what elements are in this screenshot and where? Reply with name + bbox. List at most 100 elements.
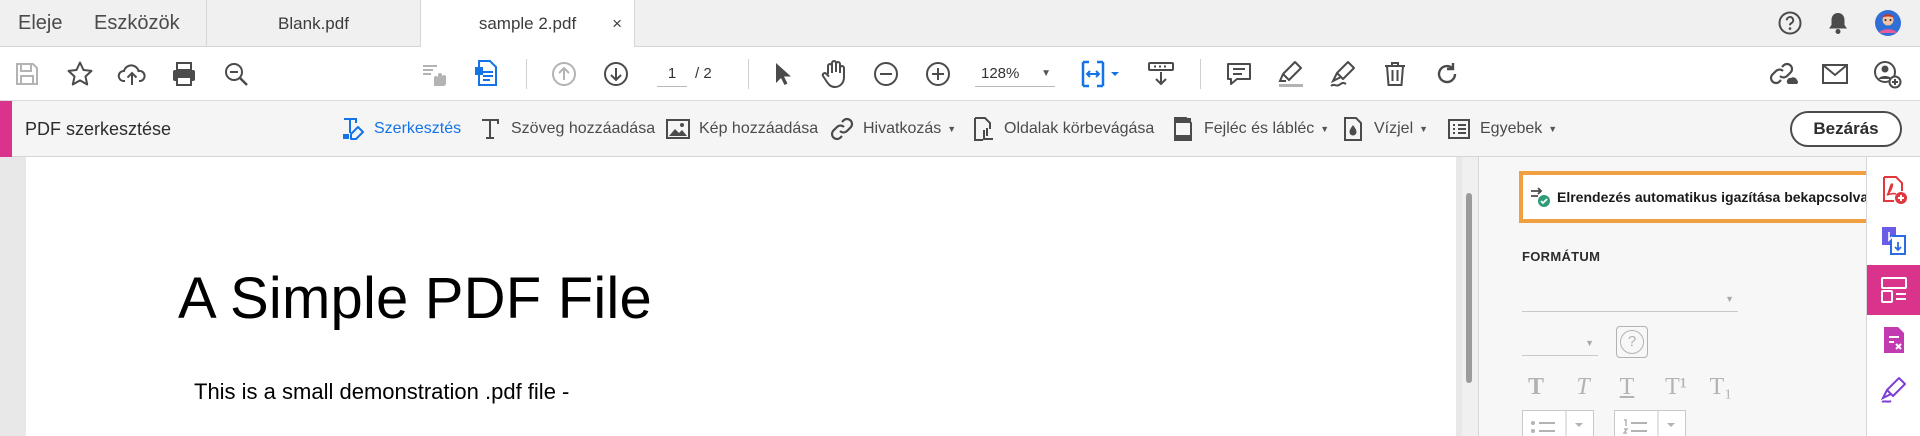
chevron-down-icon: ▼	[1320, 124, 1330, 134]
tab-blank-pdf[interactable]: Blank.pdf	[206, 0, 421, 47]
highlight-icon[interactable]	[1274, 57, 1308, 91]
help-icon: ?	[1620, 330, 1644, 354]
chevron-down-icon: ▼	[1548, 124, 1558, 134]
subscript-text-icon[interactable]: T₁	[1703, 372, 1739, 402]
tool-add-text-label: Szöveg hozzáadása	[511, 120, 656, 137]
save-icon[interactable]	[10, 57, 44, 91]
zoom-level-value: 128%	[981, 65, 1020, 82]
format-help-button[interactable]: ?	[1616, 326, 1648, 358]
bookmark-star-icon[interactable]	[63, 57, 97, 91]
italic-text-icon[interactable]: T	[1568, 372, 1598, 402]
tool-link-label: Hivatkozás	[863, 120, 942, 137]
auto-layout-toggle[interactable]: Elrendezés automatikus igazítása bekapcs…	[1519, 171, 1870, 223]
tools-rail	[1866, 157, 1920, 436]
rotate-icon[interactable]	[1430, 57, 1464, 91]
tool-watermark[interactable]: Vízjel ▼	[1340, 101, 1428, 157]
menu-home[interactable]: Eleje	[18, 0, 62, 47]
auto-layout-label: Elrendezés automatikus igazítása bekapcs…	[1557, 189, 1869, 205]
comment-icon[interactable]	[1222, 57, 1256, 91]
share-link-icon[interactable]	[1766, 57, 1800, 91]
numbered-list-icon	[1622, 411, 1675, 436]
email-icon[interactable]	[1818, 57, 1852, 91]
upload-cloud-icon[interactable]	[115, 57, 149, 91]
tool-header-footer[interactable]: Fejléc és lábléc ▼	[1170, 101, 1329, 157]
chevron-down-icon: ▼	[1585, 338, 1594, 348]
document-page[interactable]: A Simple PDF File This is a small demons…	[26, 157, 1456, 436]
format-heading: FORMÁTUM	[1522, 249, 1601, 264]
toolbar-divider	[526, 59, 527, 89]
page-number-input[interactable]	[657, 61, 687, 87]
fit-page-icon[interactable]	[1078, 57, 1124, 91]
zoom-in-icon[interactable]	[921, 57, 955, 91]
tab-close-icon[interactable]: ×	[612, 0, 622, 47]
touch-mode-icon[interactable]	[418, 57, 452, 91]
auto-layout-icon	[1529, 185, 1551, 209]
tool-link[interactable]: Hivatkozás ▼	[829, 101, 956, 157]
watermark-icon	[1340, 116, 1366, 142]
help-icon[interactable]	[1776, 9, 1804, 37]
avatar[interactable]	[1874, 9, 1902, 37]
editbar-accent-strip	[0, 101, 12, 157]
sign-icon[interactable]	[1326, 57, 1360, 91]
organize-pages-icon[interactable]	[1867, 215, 1920, 265]
link-icon	[829, 116, 855, 142]
print-icon[interactable]	[167, 57, 201, 91]
tab-label: Blank.pdf	[278, 14, 349, 33]
main-toolbar: / 2 128% ▼	[0, 47, 1920, 101]
edit-text-image-icon	[340, 116, 366, 142]
tool-add-image[interactable]: Kép hozzáadása	[665, 101, 818, 157]
tab-bar: Eleje Eszközök Blank.pdf sample 2.pdf ×	[0, 0, 1920, 48]
tab-sample-2-pdf[interactable]: sample 2.pdf ×	[421, 0, 635, 48]
hand-tool-icon[interactable]	[817, 57, 851, 91]
editbar-title: PDF szerkesztése	[25, 119, 172, 139]
tool-header-footer-label: Fejléc és lábléc	[1204, 120, 1315, 137]
add-user-icon[interactable]	[1870, 57, 1904, 91]
zoom-level-select[interactable]: 128% ▼	[975, 61, 1055, 87]
document-viewport[interactable]: A Simple PDF File This is a small demons…	[0, 157, 1478, 436]
tool-add-text[interactable]: Szöveg hozzáadása	[477, 101, 655, 157]
font-family-select[interactable]: ▼	[1522, 286, 1738, 312]
export-pdf-icon[interactable]	[1867, 165, 1920, 215]
search-zoom-icon[interactable]	[219, 57, 253, 91]
scroll-mode-icon[interactable]	[1144, 57, 1178, 91]
zoom-out-icon[interactable]	[869, 57, 903, 91]
underline-text-icon[interactable]: T	[1612, 372, 1642, 402]
toolbar-divider	[748, 59, 749, 89]
pdf-edit-icon[interactable]	[470, 57, 504, 91]
toolbar-divider	[1200, 59, 1201, 89]
superscript-text-icon[interactable]: T¹	[1658, 372, 1694, 402]
bullet-list-icon	[1531, 411, 1583, 436]
next-page-icon[interactable]	[599, 57, 633, 91]
tool-edit[interactable]: Szerkesztés	[340, 101, 461, 157]
tool-watermark-label: Vízjel	[1374, 120, 1414, 137]
add-image-icon	[665, 116, 691, 142]
edit-pdf-toolbar: PDF szerkesztése Szerkesztés Szöveg hozz…	[0, 101, 1920, 157]
document-scrollbar[interactable]	[1462, 157, 1478, 436]
delete-trash-icon[interactable]	[1378, 57, 1412, 91]
chevron-down-icon: ▼	[947, 124, 957, 134]
tool-edit-label: Szerkesztés	[374, 120, 462, 137]
tool-crop-pages-label: Oldalak körbevágása	[1004, 120, 1155, 137]
font-size-select[interactable]: ▼	[1522, 330, 1598, 356]
tool-add-image-label: Kép hozzáadása	[699, 120, 819, 137]
crop-pages-icon	[970, 116, 996, 142]
edit-pdf-rail-icon[interactable]	[1867, 265, 1920, 315]
bullet-list-select[interactable]	[1522, 410, 1594, 436]
prev-page-icon[interactable]	[547, 57, 581, 91]
fill-form-icon[interactable]	[1867, 315, 1920, 365]
scrollbar-thumb[interactable]	[1466, 193, 1472, 383]
tool-more-label: Egyebek	[1480, 120, 1543, 137]
tab-label: sample 2.pdf	[478, 14, 577, 33]
bold-text-icon[interactable]: T	[1521, 372, 1551, 402]
numbered-list-select[interactable]	[1614, 410, 1686, 436]
notifications-bell-icon[interactable]	[1824, 9, 1852, 37]
close-edit-button[interactable]: Bezárás	[1790, 111, 1902, 147]
document-title-text[interactable]: A Simple PDF File	[178, 265, 652, 332]
document-body-text[interactable]: This is a small demonstration .pdf file …	[194, 379, 569, 405]
menu-tools[interactable]: Eszközök	[94, 0, 180, 47]
add-text-icon	[477, 116, 503, 142]
tool-crop-pages[interactable]: Oldalak körbevágása	[970, 101, 1154, 157]
select-cursor-icon[interactable]	[765, 57, 799, 91]
tool-more[interactable]: Egyebek ▼	[1446, 101, 1557, 157]
fill-sign-icon[interactable]	[1867, 365, 1920, 415]
